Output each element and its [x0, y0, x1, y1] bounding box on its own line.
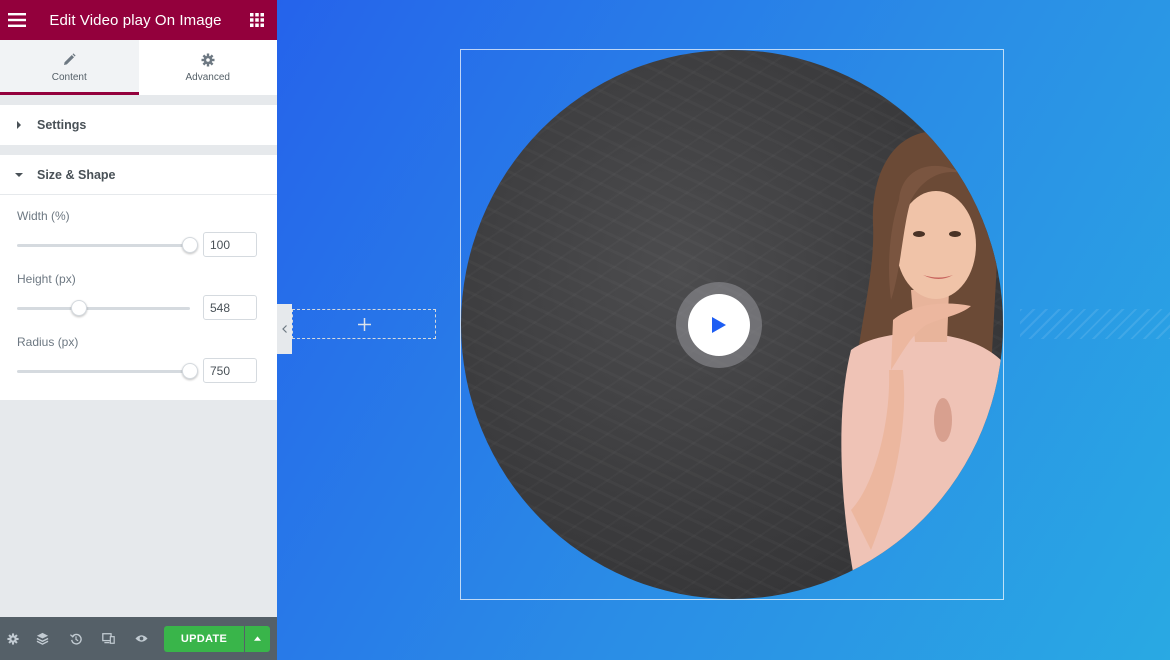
caret-right-icon — [0, 121, 37, 129]
play-icon — [712, 317, 726, 333]
video-thumbnail-image[interactable] — [461, 50, 1003, 599]
width-label: Width (%) — [17, 209, 70, 223]
footer-responsive-button[interactable] — [92, 617, 125, 660]
grid-apps-icon — [250, 13, 264, 27]
editor-panel: Edit Video play On Image Content Advance… — [0, 0, 277, 660]
tab-advanced-label: Advanced — [185, 71, 230, 83]
width-slider-thumb[interactable] — [182, 237, 198, 253]
apps-button[interactable] — [237, 0, 277, 40]
settings-icon — [7, 632, 19, 645]
video-widget[interactable] — [460, 49, 1004, 600]
width-input[interactable] — [203, 232, 257, 257]
caret-up-icon — [254, 636, 261, 641]
panel-tabs: Content Advanced — [0, 40, 277, 95]
chevron-left-icon — [282, 325, 287, 333]
gear-icon — [201, 53, 215, 66]
caret-down-icon — [0, 172, 37, 178]
responsive-icon — [102, 633, 115, 644]
menu-button[interactable] — [0, 0, 34, 40]
footer-preview-button[interactable] — [125, 617, 158, 660]
plus-icon — [357, 317, 371, 331]
footer-settings-button[interactable] — [0, 617, 26, 660]
tab-advanced[interactable]: Advanced — [139, 40, 278, 95]
panel-header: Edit Video play On Image — [0, 0, 277, 40]
tab-content-label: Content — [51, 71, 87, 83]
footer-history-button[interactable] — [59, 617, 92, 660]
section-settings-label: Settings — [37, 118, 87, 132]
preview-eye-icon — [135, 635, 148, 642]
radius-slider[interactable] — [17, 363, 198, 379]
decorative-stripes — [1020, 309, 1170, 339]
woman-portrait-image — [841, 131, 1003, 599]
collapse-panel-button[interactable] — [277, 304, 292, 354]
footer-navigator-button[interactable] — [26, 617, 59, 660]
history-icon — [69, 633, 82, 645]
section-size-shape-label: Size & Shape — [37, 167, 116, 182]
update-button[interactable]: UPDATE — [164, 625, 244, 652]
tab-content[interactable]: Content — [0, 40, 139, 95]
height-slider-thumb[interactable] — [71, 300, 88, 316]
panel-footer: UPDATE — [0, 617, 277, 660]
radius-label: Radius (px) — [17, 335, 79, 349]
hamburger-icon — [8, 13, 26, 27]
play-button-inner — [688, 294, 750, 356]
editor-canvas — [277, 0, 1170, 660]
layers-icon — [36, 632, 49, 645]
play-button[interactable] — [676, 282, 762, 368]
panel-title: Edit Video play On Image — [49, 11, 222, 29]
size-shape-controls: Width (%) Height (px) Radius (px) — [0, 195, 277, 400]
width-slider[interactable] — [17, 237, 198, 253]
pencil-icon — [64, 52, 76, 65]
height-input[interactable] — [203, 295, 257, 320]
height-label: Height (px) — [17, 272, 76, 286]
add-section-dropzone[interactable] — [292, 309, 436, 339]
section-size-shape[interactable]: Size & Shape — [0, 155, 277, 195]
section-settings[interactable]: Settings — [0, 105, 277, 145]
radius-input[interactable] — [203, 358, 257, 383]
radius-slider-thumb[interactable] — [182, 363, 198, 379]
update-options-button[interactable] — [245, 625, 270, 652]
height-slider[interactable] — [17, 300, 190, 316]
